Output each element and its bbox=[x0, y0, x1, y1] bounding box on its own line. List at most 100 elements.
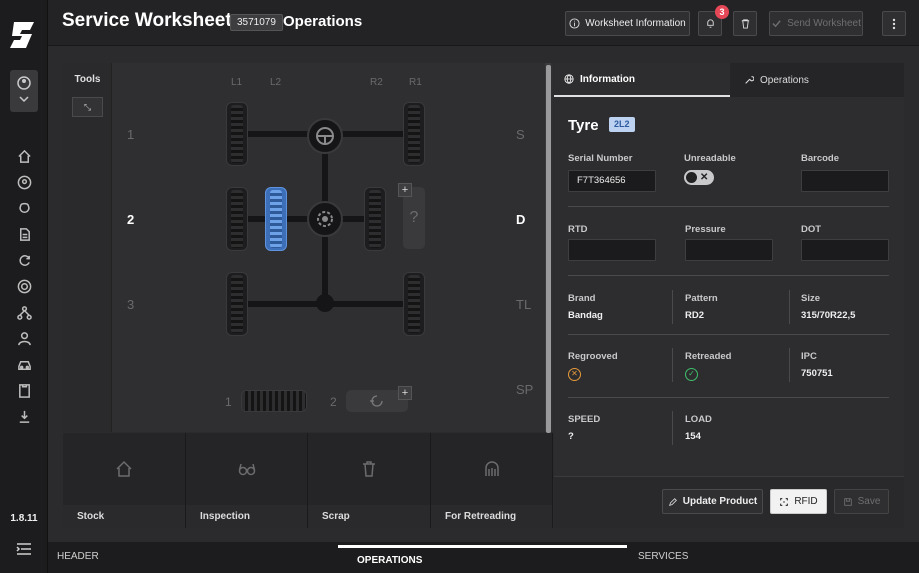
user-circle-icon[interactable] bbox=[14, 172, 34, 192]
page-subtitle: Operations bbox=[283, 13, 363, 30]
target-icon[interactable] bbox=[14, 276, 34, 296]
divider bbox=[568, 275, 889, 276]
tyre-3l1[interactable] bbox=[226, 272, 248, 336]
axle-type-tl: TL bbox=[516, 297, 532, 312]
tab-information[interactable]: Information bbox=[554, 63, 730, 97]
diagram-scrollbar-thumb[interactable] bbox=[546, 65, 551, 433]
glasses-icon bbox=[238, 463, 255, 476]
tyre-heading: Tyre bbox=[568, 117, 599, 134]
tyre-1r1[interactable] bbox=[403, 102, 425, 166]
load-value: 154 bbox=[685, 431, 701, 442]
nav-services[interactable]: SERVICES bbox=[638, 551, 688, 562]
save-button[interactable]: Save bbox=[834, 489, 889, 514]
steering-wheel-icon bbox=[307, 118, 343, 154]
tab-operations-label: Operations bbox=[760, 74, 809, 86]
column-label-l2: L2 bbox=[270, 77, 282, 88]
more-options-button[interactable] bbox=[882, 11, 906, 36]
size-value: 315/70R22,5 bbox=[801, 310, 856, 321]
nav-header[interactable]: HEADER bbox=[57, 551, 99, 562]
brand-value: Bandag bbox=[568, 310, 603, 321]
brand-logo-icon bbox=[8, 18, 40, 52]
tab-operations[interactable]: Operations bbox=[730, 63, 904, 97]
regrooved-label: Regrooved bbox=[568, 351, 618, 362]
vehicle-diagram-panel bbox=[63, 63, 553, 432]
tyre-2l1[interactable] bbox=[226, 187, 248, 251]
update-product-button[interactable]: Update Product bbox=[662, 489, 763, 514]
tyre-1l1[interactable] bbox=[226, 102, 248, 166]
axle-3-hub bbox=[316, 294, 334, 312]
app-version: 1.8.11 bbox=[10, 513, 38, 524]
send-worksheet-label: Send Worksheet bbox=[787, 18, 861, 29]
axle-type-sp: SP bbox=[516, 382, 534, 397]
add-tyre-button[interactable]: + bbox=[398, 183, 412, 197]
axle-number-1: 1 bbox=[127, 127, 135, 142]
barcode-input[interactable] bbox=[801, 170, 889, 192]
dot-input[interactable] bbox=[801, 239, 889, 261]
serial-number-label: Serial Number bbox=[568, 153, 633, 164]
rtd-input[interactable] bbox=[568, 239, 656, 261]
stock-label: Stock bbox=[63, 505, 186, 528]
delete-worksheet-button[interactable] bbox=[733, 11, 757, 36]
dot-label: DOT bbox=[801, 224, 822, 235]
refresh-icon[interactable] bbox=[14, 250, 34, 270]
brand-label: Brand bbox=[568, 293, 596, 304]
axle-type-d: D bbox=[516, 212, 526, 227]
inspection-label: Inspection bbox=[186, 505, 308, 528]
add-spare-button[interactable]: + bbox=[398, 386, 412, 400]
divider bbox=[789, 290, 790, 324]
rfid-icon bbox=[780, 497, 789, 506]
regrooved-no-icon: ✕ bbox=[568, 368, 581, 381]
document-icon[interactable] bbox=[14, 224, 34, 244]
tyre-2l2-selected[interactable] bbox=[265, 187, 287, 251]
column-label-l1: L1 bbox=[231, 77, 243, 88]
clipboard-icon[interactable] bbox=[14, 380, 34, 400]
drive-axle-gear-icon bbox=[307, 201, 343, 237]
divider bbox=[672, 290, 673, 324]
car-icon[interactable] bbox=[14, 354, 34, 374]
send-worksheet-button[interactable]: Send Worksheet bbox=[769, 11, 863, 36]
person-icon[interactable] bbox=[14, 328, 34, 348]
wrench-icon bbox=[745, 76, 754, 84]
divider bbox=[568, 334, 889, 335]
speed-value: ? bbox=[568, 431, 574, 442]
retreading-drop-zone[interactable] bbox=[431, 433, 553, 505]
trash-icon bbox=[363, 461, 375, 477]
ipc-value: 750751 bbox=[801, 368, 833, 379]
scrap-label: Scrap bbox=[308, 505, 431, 528]
scrap-drop-zone[interactable] bbox=[308, 433, 431, 505]
github-icon[interactable] bbox=[14, 198, 34, 218]
unreadable-toggle-knob bbox=[686, 172, 697, 183]
network-icon[interactable] bbox=[14, 302, 34, 322]
check-icon bbox=[772, 20, 781, 28]
column-label-r2: R2 bbox=[370, 77, 383, 88]
size-label: Size bbox=[801, 293, 821, 304]
pressure-input[interactable] bbox=[685, 239, 773, 261]
save-label: Save bbox=[857, 496, 881, 507]
pattern-label: Pattern bbox=[685, 293, 718, 304]
retread-icon bbox=[484, 461, 499, 476]
collapse-menu-icon[interactable] bbox=[16, 542, 32, 555]
download-icon[interactable] bbox=[14, 406, 34, 426]
inspection-drop-zone[interactable] bbox=[186, 433, 308, 505]
update-product-label: Update Product bbox=[682, 496, 758, 507]
expand-tool-button[interactable]: ⤡ bbox=[72, 97, 103, 117]
worksheet-information-button[interactable]: Worksheet Information bbox=[565, 11, 690, 36]
home-icon bbox=[116, 460, 132, 477]
user-menu[interactable] bbox=[10, 70, 38, 112]
nav-operations[interactable]: OPERATIONS bbox=[357, 555, 422, 566]
barcode-label: Barcode bbox=[801, 153, 840, 164]
page-title: Service Worksheet bbox=[62, 10, 232, 31]
tyre-position-badge: 2L2 bbox=[609, 117, 635, 132]
tab-information-label: Information bbox=[580, 73, 635, 85]
globe-icon bbox=[564, 74, 574, 84]
retreaded-label: Retreaded bbox=[685, 351, 732, 362]
speed-label: SPEED bbox=[568, 414, 601, 425]
home-icon[interactable] bbox=[14, 146, 34, 166]
tyre-2r2[interactable] bbox=[364, 187, 386, 251]
serial-number-input[interactable]: F7T364656 bbox=[568, 170, 656, 192]
save-icon bbox=[843, 497, 852, 506]
tyre-3r1[interactable] bbox=[403, 272, 425, 336]
rfid-button[interactable]: RFID bbox=[770, 489, 827, 514]
stock-drop-zone[interactable] bbox=[63, 433, 186, 505]
spare-tyre-1[interactable] bbox=[241, 390, 307, 412]
